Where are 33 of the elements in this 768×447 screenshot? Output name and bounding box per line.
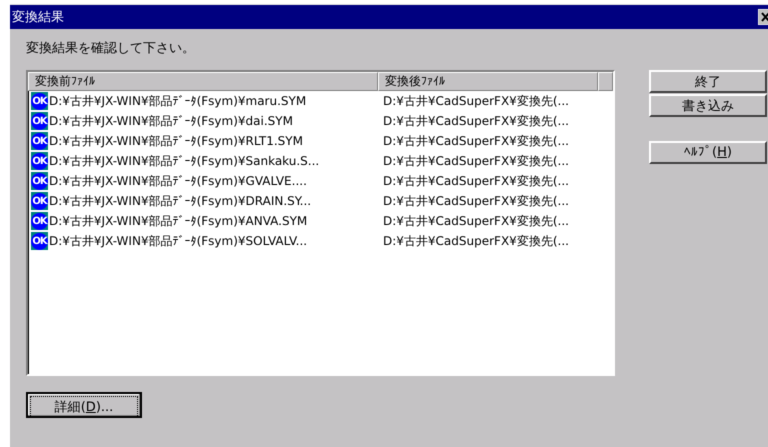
table-cell-text: D:¥古井¥CadSuperFX¥変換先(...	[382, 232, 569, 250]
status-badge: OK	[31, 212, 48, 230]
dialog-button[interactable]: ﾍﾙﾌﾟ(H)	[649, 141, 767, 164]
status-badge: OK	[31, 172, 48, 190]
table-cell-text: D:¥古井¥CadSuperFX¥変換先(...	[382, 152, 569, 170]
status-badge: OK	[31, 132, 48, 150]
status-badge: OK	[31, 152, 48, 170]
status-badge: OK	[31, 112, 48, 130]
status-badge: OK	[31, 92, 48, 110]
table-cell-text: D:¥古井¥CadSuperFX¥変換先(...	[382, 132, 569, 150]
table-cell-text: D:¥古井¥JX-WIN¥部品ﾃﾞｰﾀ(Fsym)¥Sankaku.S...	[48, 152, 320, 170]
column-header[interactable]: 変換前ﾌｧｲﾙ	[28, 72, 378, 91]
table-cell-text: D:¥古井¥CadSuperFX¥変換先(...	[382, 92, 569, 110]
table-cell-text: D:¥古井¥CadSuperFX¥変換先(...	[382, 112, 569, 130]
table-cell-text: D:¥古井¥JX-WIN¥部品ﾃﾞｰﾀ(Fsym)¥RLT1.SYM	[48, 132, 304, 150]
window-title: 変換結果	[12, 9, 64, 26]
dialog-button[interactable]: 終了	[649, 70, 767, 93]
table-cell-text: D:¥古井¥JX-WIN¥部品ﾃﾞｰﾀ(Fsym)¥GVALVE....	[48, 172, 308, 190]
table-cell-text: D:¥古井¥JX-WIN¥部品ﾃﾞｰﾀ(Fsym)¥ANVA.SYM	[48, 212, 308, 230]
close-icon[interactable]	[758, 9, 768, 25]
table-cell-text: D:¥古井¥JX-WIN¥部品ﾃﾞｰﾀ(Fsym)¥DRAIN.SY...	[48, 192, 312, 210]
status-badge: OK	[31, 192, 48, 210]
table-cell-text: D:¥古井¥JX-WIN¥部品ﾃﾞｰﾀ(Fsym)¥maru.SYM	[48, 92, 308, 110]
table-cell-text: D:¥古井¥JX-WIN¥部品ﾃﾞｰﾀ(Fsym)¥dai.SYM	[48, 112, 294, 130]
status-badge: OK	[31, 232, 48, 250]
table-cell-text: D:¥古井¥JX-WIN¥部品ﾃﾞｰﾀ(Fsym)¥SOLVALV...	[48, 232, 308, 250]
instruction-text: 変換結果を確認して下さい。	[26, 40, 196, 57]
details-button[interactable]: 詳細(D)...	[26, 392, 142, 418]
table-cell-text: D:¥古井¥CadSuperFX¥変換先(...	[382, 212, 569, 230]
table-cell-text: D:¥古井¥CadSuperFX¥変換先(...	[382, 172, 569, 190]
table-cell-text: D:¥古井¥CadSuperFX¥変換先(...	[382, 192, 569, 210]
dialog-button[interactable]: 書き込み	[649, 94, 767, 117]
column-header[interactable]: 変換後ﾌｧｲﾙ	[378, 72, 598, 91]
